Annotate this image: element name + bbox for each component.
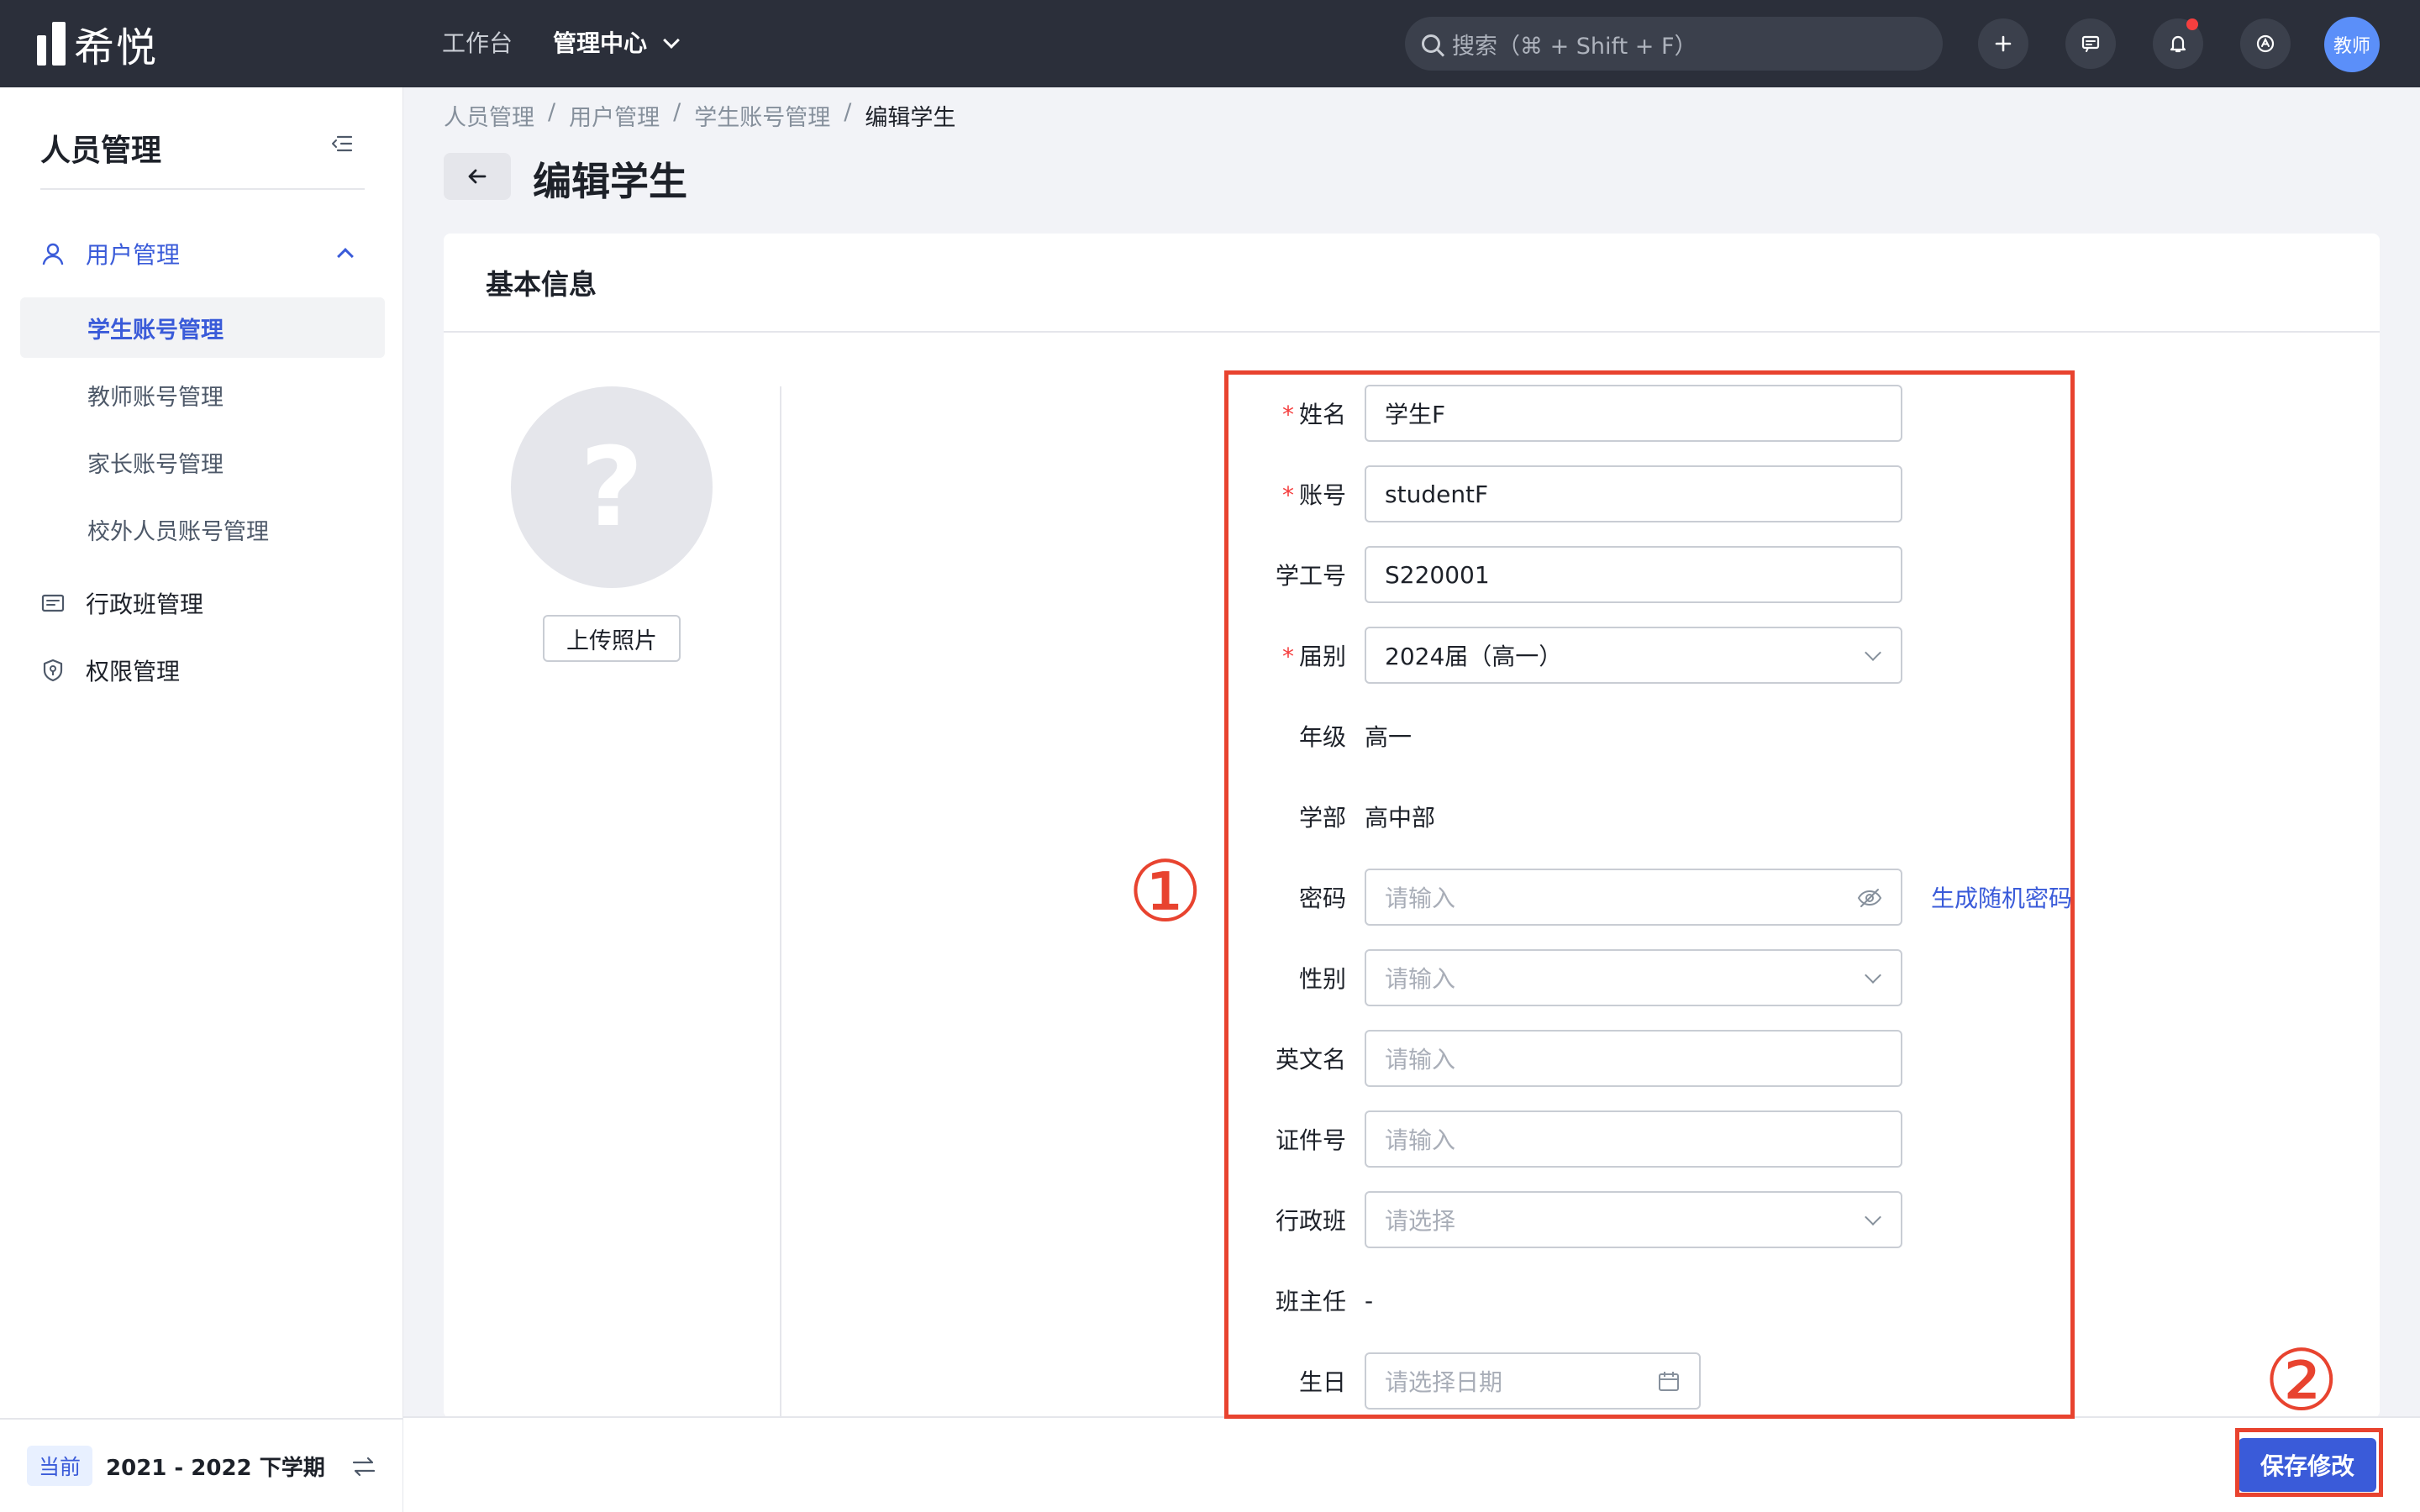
notification-button[interactable]: [2153, 18, 2203, 69]
term-text: 2021 - 2022 下学期: [106, 1455, 325, 1481]
breadcrumb-separator: /: [548, 99, 556, 125]
breadcrumb-item[interactable]: 人员管理: [444, 99, 534, 132]
sidebar-group-label: 用户管理: [86, 241, 181, 269]
chevron-up-icon: [337, 248, 354, 265]
nav-workbench[interactable]: 工作台: [442, 25, 513, 62]
breadcrumb-separator: /: [844, 99, 852, 125]
back-button[interactable]: [444, 153, 511, 200]
plus-icon: [1995, 35, 2012, 52]
top-bar: 希悦 工作台 管理中心 搜索（⌘ + Shift + F） 教师: [0, 0, 2420, 87]
vertical-divider: [780, 386, 781, 1418]
nav-admin-center[interactable]: 管理中心: [553, 25, 680, 62]
breadcrumb-separator: /: [673, 99, 681, 125]
search-placeholder: 搜索（⌘ + Shift + F）: [1452, 33, 1697, 60]
term-selector[interactable]: 当前 2021 - 2022 下学期: [0, 1418, 403, 1512]
logo-mark: [37, 22, 66, 66]
breadcrumb: 人员管理 / 用户管理 / 学生账号管理 / 编辑学生: [444, 99, 955, 132]
app-icon: [2256, 34, 2275, 53]
sidebar-group-label: 权限管理: [86, 658, 181, 685]
avatar[interactable]: 教师: [2324, 17, 2380, 72]
logo-text: 希悦: [74, 24, 159, 71]
class-icon: [40, 591, 66, 616]
photo-placeholder: ?: [511, 386, 713, 588]
notification-dot: [2186, 18, 2198, 30]
search-input[interactable]: 搜索（⌘ + Shift + F）: [1405, 17, 1943, 71]
breadcrumb-item[interactable]: 学生账号管理: [694, 99, 830, 132]
annotation-label-one: ①: [1128, 843, 1203, 941]
sidebar-item-student-accounts[interactable]: 学生账号管理: [20, 297, 385, 358]
sidebar-group-user-management[interactable]: 用户管理: [0, 220, 403, 287]
message-icon: [2081, 35, 2100, 52]
arrow-left-icon: [468, 169, 487, 184]
bell-icon: [2170, 35, 2186, 53]
swap-icon[interactable]: [351, 1455, 376, 1478]
sidebar-title: 人员管理: [40, 134, 162, 168]
app-button[interactable]: [2240, 18, 2291, 69]
search-icon: [1422, 34, 1440, 53]
breadcrumb-item[interactable]: 用户管理: [569, 99, 660, 132]
add-button[interactable]: [1978, 18, 2028, 69]
annotation-box-form: [1224, 370, 2075, 1419]
breadcrumb-current: 编辑学生: [865, 105, 956, 131]
page-title: 编辑学生: [533, 159, 687, 204]
collapse-sidebar-icon[interactable]: [331, 134, 353, 153]
logo[interactable]: 希悦: [37, 18, 158, 71]
shield-icon: [40, 658, 66, 683]
sidebar-group-permissions[interactable]: 权限管理: [0, 637, 403, 704]
annotation-label-two: ②: [2264, 1331, 2339, 1430]
sidebar-item-parent-accounts[interactable]: 家长账号管理: [20, 432, 385, 492]
annotation-box-save: [2235, 1428, 2383, 1497]
bottom-action-bar: [403, 1416, 2420, 1512]
card-title: 基本信息: [444, 234, 2380, 333]
term-badge: 当前: [27, 1446, 93, 1486]
sidebar-item-external-accounts[interactable]: 校外人员账号管理: [20, 499, 385, 559]
sidebar-group-admin-class[interactable]: 行政班管理: [0, 570, 403, 637]
user-icon: [40, 241, 66, 266]
message-button[interactable]: [2065, 18, 2116, 69]
sidebar-divider: [40, 188, 365, 190]
chevron-down-icon: [663, 32, 680, 49]
sidebar: 人员管理 用户管理 学生账号管理 教师账号管理 家长账号管理 校外人员账号管理 …: [0, 87, 403, 1512]
upload-photo-button[interactable]: 上传照片: [543, 615, 681, 662]
sidebar-group-label: 行政班管理: [86, 591, 204, 618]
nav-admin-center-label: 管理中心: [553, 29, 648, 57]
sidebar-item-teacher-accounts[interactable]: 教师账号管理: [20, 365, 385, 425]
